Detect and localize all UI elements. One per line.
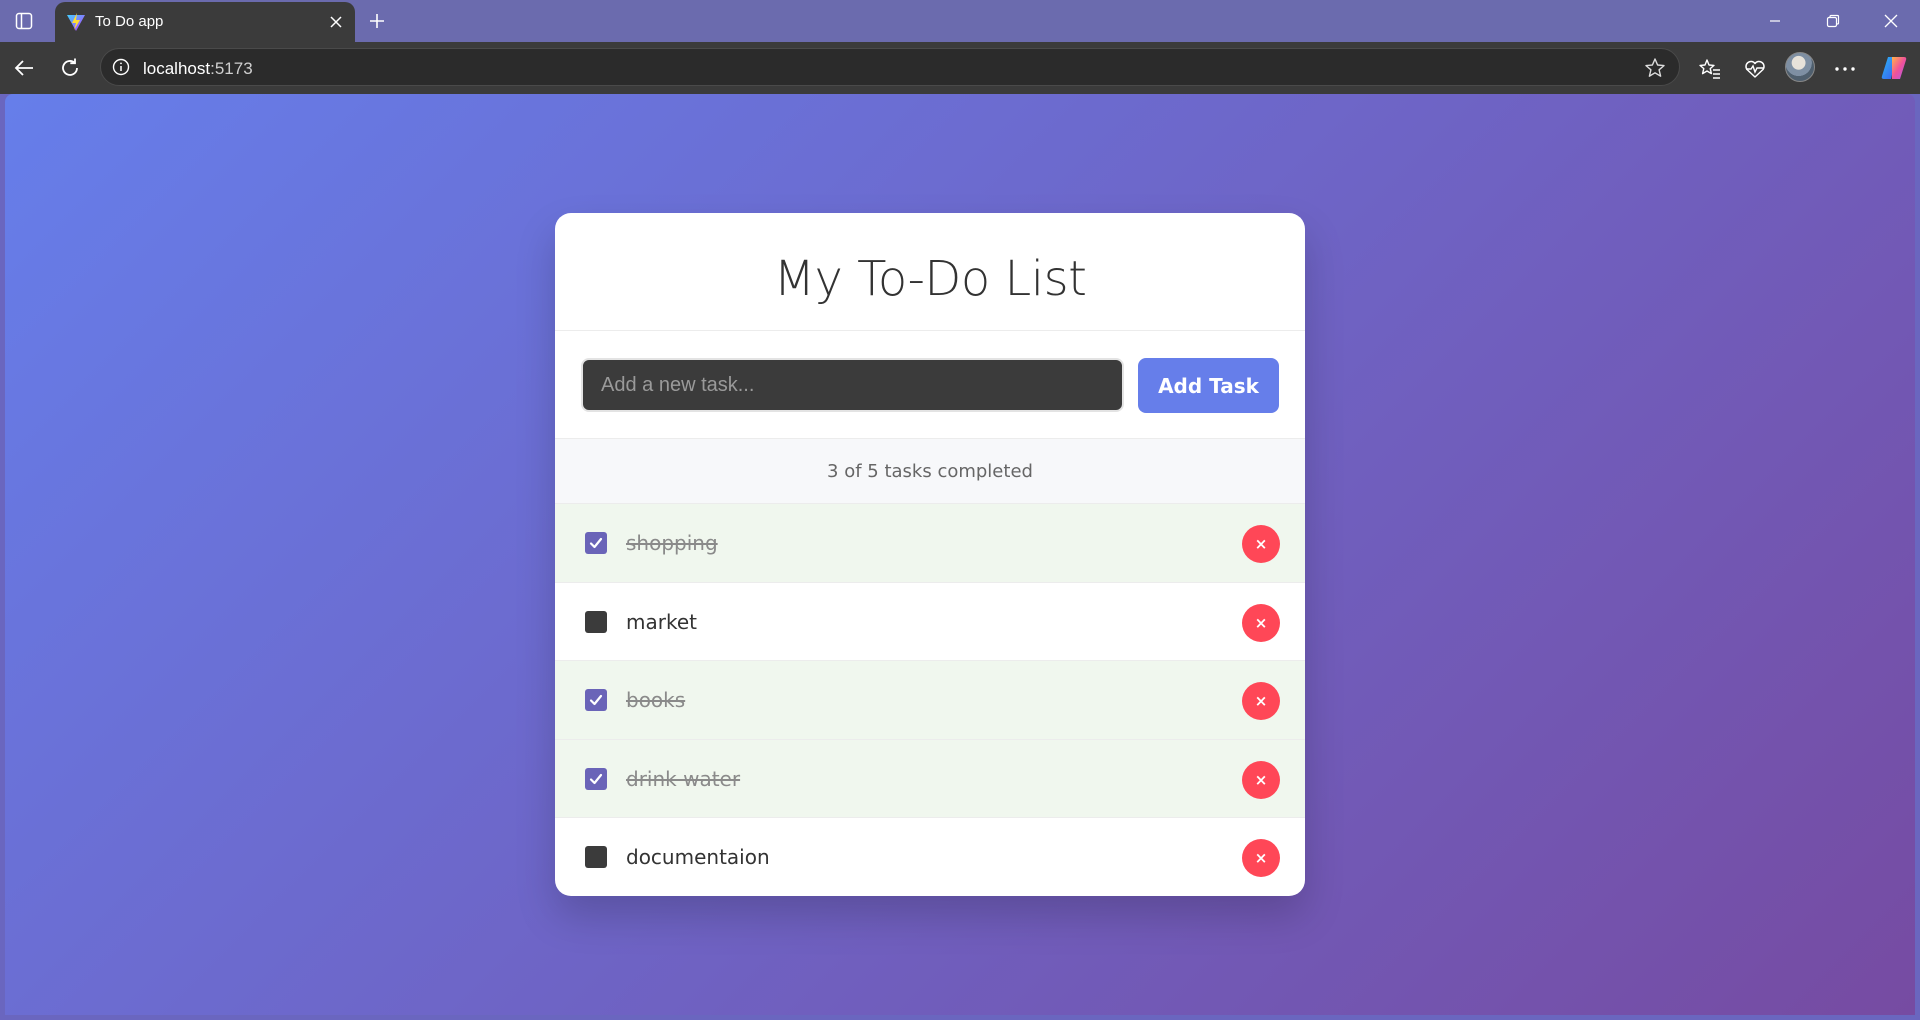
tab-sidebar-icon[interactable] — [12, 9, 36, 33]
avatar[interactable] — [1785, 52, 1815, 82]
browser-toolbar: localhost:5173 — [0, 42, 1920, 94]
browser-titlebar: To Do app — [0, 0, 1920, 42]
browser-tab-active[interactable]: To Do app — [55, 2, 355, 42]
page-title: My To-Do List — [773, 250, 1087, 307]
copilot-icon[interactable] — [1879, 53, 1909, 83]
card-header: My To-Do List — [555, 213, 1305, 331]
task-stats: 3 of 5 tasks completed — [555, 439, 1305, 504]
task-input[interactable] — [581, 358, 1124, 412]
url-text: localhost:5173 — [143, 59, 253, 78]
star-icon[interactable] — [1643, 56, 1667, 80]
vite-logo-icon — [67, 13, 85, 31]
close-icon[interactable] — [325, 11, 347, 33]
task-list: shopping × market × books × drink water … — [555, 504, 1305, 896]
heartbeat-icon[interactable] — [1740, 54, 1770, 84]
task-text: documentaion — [626, 845, 770, 870]
address-bar[interactable]: localhost:5173 — [100, 48, 1680, 86]
add-task-row: Add Task — [555, 331, 1305, 439]
task-checkbox[interactable] — [585, 767, 607, 790]
task-checkbox[interactable] — [585, 532, 607, 554]
task-text: drink water — [626, 766, 741, 791]
restore-icon[interactable] — [1818, 8, 1848, 34]
task-item: drink water × — [555, 739, 1305, 819]
favorites-icon[interactable] — [1695, 54, 1725, 84]
task-item: market × — [555, 583, 1305, 662]
delete-task-button[interactable]: × — [1242, 603, 1280, 642]
checkmark-icon — [589, 773, 603, 784]
window-close-icon[interactable] — [1876, 8, 1906, 34]
todo-card: My To-Do List Add Task 3 of 5 tasks comp… — [555, 213, 1305, 896]
task-text: shopping — [626, 531, 718, 555]
refresh-icon[interactable] — [56, 54, 84, 82]
task-item: documentaion × — [555, 818, 1305, 896]
delete-task-button[interactable]: × — [1242, 760, 1280, 799]
delete-task-button[interactable]: × — [1242, 525, 1280, 563]
checkmark-icon — [589, 537, 603, 549]
more-icon[interactable] — [1830, 54, 1860, 84]
task-checkbox[interactable] — [585, 846, 607, 869]
checkmark-icon — [589, 695, 603, 706]
task-checkbox[interactable] — [585, 610, 607, 633]
task-item: shopping × — [555, 504, 1305, 583]
add-task-button[interactable]: Add Task — [1138, 358, 1279, 413]
back-arrow-icon[interactable] — [10, 54, 38, 82]
tab-title: To Do app — [95, 13, 164, 30]
minimize-icon[interactable] — [1760, 8, 1790, 34]
task-text: market — [626, 609, 697, 634]
task-text: books — [626, 688, 686, 713]
plus-icon[interactable] — [364, 8, 390, 34]
task-checkbox[interactable] — [585, 689, 607, 712]
delete-task-button[interactable]: × — [1242, 839, 1280, 878]
task-item: books × — [555, 661, 1305, 740]
info-icon[interactable] — [111, 57, 131, 77]
delete-task-button[interactable]: × — [1242, 682, 1280, 721]
